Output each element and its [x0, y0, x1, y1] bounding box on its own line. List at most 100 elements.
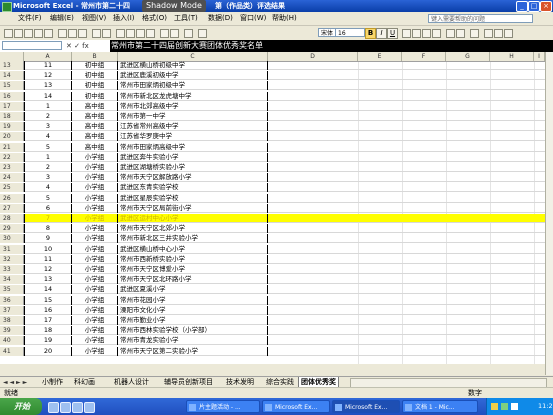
cell-group[interactable]: 小学组: [72, 285, 118, 295]
cell-group[interactable]: 高中组: [72, 142, 118, 152]
row-header[interactable]: 17: [0, 101, 24, 111]
cell-school[interactable]: 常州市天宁区第二实验小学: [118, 346, 268, 356]
row-header[interactable]: 14: [0, 71, 24, 81]
formula-input[interactable]: 常州市第二十四届创新大赛团体优秀奖名单: [110, 40, 553, 52]
cell-school[interactable]: 武进区鹿溪初级中学: [118, 71, 268, 81]
row-header[interactable]: 34: [0, 275, 24, 285]
cell-group[interactable]: 小学组: [72, 254, 118, 264]
row-header[interactable]: 35: [0, 285, 24, 295]
chart-icon[interactable]: [160, 29, 169, 38]
cell-school[interactable]: 常州市西新桥实验小学: [118, 254, 268, 264]
row-header[interactable]: 25: [0, 183, 24, 193]
column-header-e[interactable]: E: [358, 52, 402, 61]
menu-tools[interactable]: 工具(T): [174, 14, 198, 23]
cell-school[interactable]: 武进区东青实验学校: [118, 183, 268, 193]
help-icon[interactable]: [198, 29, 207, 38]
column-header-a[interactable]: A: [24, 52, 72, 61]
cell-school[interactable]: 常州市勤业小学: [118, 316, 268, 325]
menu-edit[interactable]: 编辑(E): [50, 14, 74, 23]
cell-group[interactable]: 初中组: [72, 81, 118, 91]
cell-group[interactable]: 小学组: [72, 326, 118, 336]
cell-group[interactable]: 小学组: [72, 152, 118, 162]
cell-group[interactable]: 小学组: [72, 305, 118, 315]
cell-index[interactable]: 12: [24, 265, 72, 274]
cell-group[interactable]: 小学组: [72, 183, 118, 193]
worksheet-grid[interactable]: A B C D E F G H I 13 11 初中组 武进区横山桥初级中学 14 12 初…: [0, 52, 553, 364]
cell-school[interactable]: 常州市天宁区北环路小学: [118, 275, 268, 285]
row-header[interactable]: 26: [0, 193, 24, 203]
new-icon[interactable]: [4, 29, 13, 38]
tab-sheet-5[interactable]: 综合实践: [264, 377, 296, 387]
cell-school[interactable]: 常州市天宁区博爱小学: [118, 265, 268, 274]
cell-school[interactable]: 常州市花园小学: [118, 295, 268, 305]
preview-icon[interactable]: [44, 29, 53, 38]
menu-window[interactable]: 窗口(W): [240, 14, 266, 23]
tray-icon[interactable]: [491, 403, 498, 410]
cell-index[interactable]: 4: [24, 132, 72, 142]
tab-sheet-2[interactable]: 机器人设计: [112, 377, 151, 387]
cell-index[interactable]: 2: [24, 112, 72, 121]
open-icon[interactable]: [14, 29, 23, 38]
maximize-button[interactable]: □: [528, 1, 540, 12]
cell-index[interactable]: 16: [24, 305, 72, 315]
cell-index[interactable]: 8: [24, 224, 72, 234]
cell-group[interactable]: 小学组: [72, 346, 118, 356]
cut-icon[interactable]: [58, 29, 67, 38]
help-search-input[interactable]: 键入需要帮助的问题: [428, 14, 533, 23]
cell-index[interactable]: 3: [24, 173, 72, 183]
fill-color-icon[interactable]: [494, 29, 503, 38]
print-icon[interactable]: [34, 29, 43, 38]
cell-school[interactable]: 武进区运村中心小学: [118, 214, 268, 223]
undo-icon[interactable]: [92, 29, 101, 38]
cell-index[interactable]: 11: [24, 254, 72, 264]
cell-group[interactable]: 高中组: [72, 101, 118, 111]
cell-school[interactable]: 常州市新北区龙虎塘中学: [118, 91, 268, 101]
row-header[interactable]: 36: [0, 295, 24, 305]
task-item[interactable]: 片主题活动 - ...: [186, 400, 260, 413]
cell-group[interactable]: 小学组: [72, 336, 118, 346]
align-right-icon[interactable]: [422, 29, 431, 38]
zoom-icon[interactable]: [184, 29, 193, 38]
cell-index[interactable]: 5: [24, 142, 72, 152]
autosum-icon[interactable]: [126, 29, 135, 38]
tray-icon[interactable]: [511, 403, 518, 410]
cell-group[interactable]: 小学组: [72, 193, 118, 203]
desktop-icon[interactable]: [48, 402, 59, 413]
cell-school[interactable]: 常州市新北区三井实验小学: [118, 234, 268, 244]
minimize-button[interactable]: _: [516, 1, 528, 12]
cell-group[interactable]: 初中组: [72, 71, 118, 81]
cell-index[interactable]: 7: [24, 214, 72, 223]
cell-group[interactable]: 小学组: [72, 265, 118, 274]
menu-format[interactable]: 格式(O): [142, 14, 167, 23]
row-header[interactable]: 39: [0, 326, 24, 336]
folder-icon[interactable]: [84, 402, 95, 413]
cell-index[interactable]: 19: [24, 336, 72, 346]
column-header-b[interactable]: B: [72, 52, 118, 61]
tab-sheet-4[interactable]: 技术发明: [224, 377, 256, 387]
cell-group[interactable]: 初中组: [72, 91, 118, 101]
row-header[interactable]: 33: [0, 265, 24, 274]
cell-group[interactable]: 小学组: [72, 234, 118, 244]
cell-group[interactable]: 小学组: [72, 203, 118, 213]
cell-school[interactable]: 武进区横山桥初级中学: [118, 61, 268, 70]
row-header[interactable]: 23: [0, 163, 24, 172]
cell-school[interactable]: 常州市天宁区北郊小学: [118, 224, 268, 234]
tab-sheet-1[interactable]: 科幻画: [72, 377, 97, 387]
merge-center-icon[interactable]: [432, 29, 441, 38]
cell-index[interactable]: 15: [24, 295, 72, 305]
column-header-c[interactable]: C: [118, 52, 268, 61]
align-left-icon[interactable]: [402, 29, 411, 38]
cell-index[interactable]: 5: [24, 193, 72, 203]
cell-index[interactable]: 4: [24, 183, 72, 193]
cell-school[interactable]: 溧阳市文化小学: [118, 305, 268, 315]
copy-icon[interactable]: [68, 29, 77, 38]
save-icon[interactable]: [24, 29, 33, 38]
start-button[interactable]: 开始: [0, 398, 42, 415]
row-header[interactable]: 32: [0, 254, 24, 264]
hyperlink-icon[interactable]: [116, 29, 125, 38]
cell-school[interactable]: 武进区横山桥中心小学: [118, 244, 268, 254]
cell-group[interactable]: 初中组: [72, 61, 118, 70]
cell-index[interactable]: 1: [24, 101, 72, 111]
cell-index[interactable]: 2: [24, 163, 72, 172]
column-header-g[interactable]: G: [446, 52, 490, 61]
